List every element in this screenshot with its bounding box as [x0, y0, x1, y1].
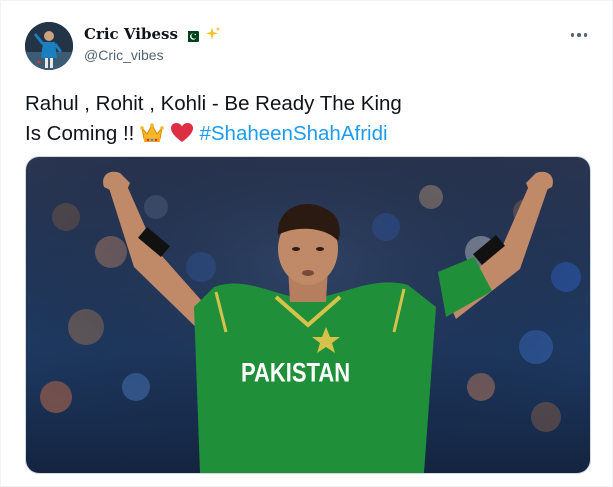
tweet-media-image[interactable]: PAKISTAN [25, 156, 591, 474]
avatar-image [25, 22, 73, 70]
pakistan-flag-icon [183, 29, 199, 42]
display-name[interactable]: Cric Vibess [84, 25, 178, 43]
tweet-text: Rahul , Rohit , Kohli - Be Ready The Kin… [25, 89, 585, 152]
tweet-card[interactable]: Cric Vibess @Cric_vibes Rahul , Rohit , … [0, 0, 613, 487]
crown-emoji-icon [140, 122, 164, 152]
heart-emoji-icon [170, 122, 194, 152]
more-options-icon[interactable] [567, 27, 591, 43]
sparkles-icon [205, 26, 221, 42]
jersey-text: PAKISTAN [241, 359, 350, 388]
author-name-row[interactable]: Cric Vibess [84, 25, 221, 43]
avatar[interactable] [25, 22, 73, 70]
author-handle[interactable]: @Cric_vibes [84, 47, 164, 63]
hashtag-link[interactable]: #ShaheenShahAfridi [199, 122, 387, 145]
tweet-text-line2: Is Coming !! [25, 122, 141, 145]
tweet-text-line1: Rahul , Rohit , Kohli - Be Ready The Kin… [25, 92, 402, 115]
